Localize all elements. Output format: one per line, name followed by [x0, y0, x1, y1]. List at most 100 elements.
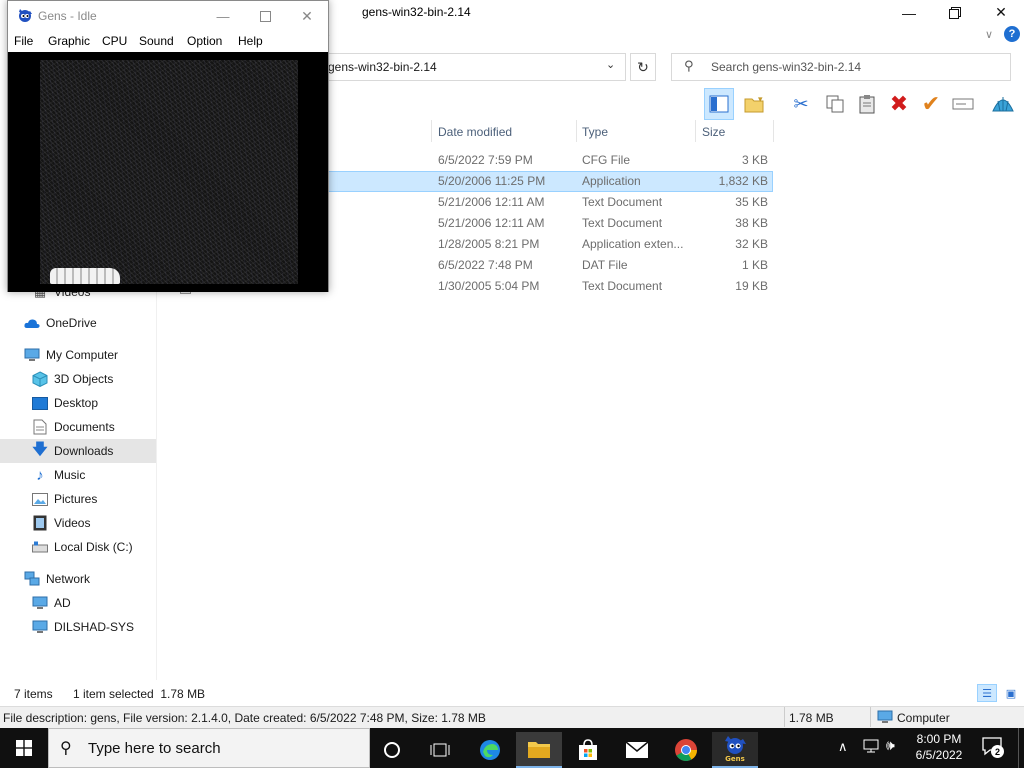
file-row[interactable]: 6/5/2022 7:59 PM CFG File 3 KB	[320, 150, 773, 171]
close-button[interactable]: ✕	[978, 0, 1024, 25]
gens-game-screen[interactable]	[8, 52, 328, 292]
gens-menu-help[interactable]: Help	[238, 34, 263, 48]
sonic-gens-icon: Gens	[725, 736, 746, 763]
nav-pane-divider[interactable]	[156, 290, 157, 680]
selection-status: 1 item selected 1.78 MB	[73, 687, 206, 701]
file-row[interactable]: 1/30/2005 5:04 PM Text Document 19 KB	[320, 276, 773, 297]
refresh-button[interactable]: ↻	[630, 53, 656, 81]
column-separator[interactable]	[431, 120, 432, 142]
column-header-type[interactable]: Type	[582, 125, 608, 139]
file-row[interactable]: 1/28/2005 8:21 PM Application exten... 3…	[320, 234, 773, 255]
cloud-icon	[24, 315, 40, 331]
gens-menu-option[interactable]: Option	[187, 34, 222, 48]
file-explorer-taskbar-button[interactable]	[516, 732, 562, 768]
gens-taskbar-button[interactable]: Gens	[712, 732, 758, 768]
file-size: 32 KB	[735, 237, 768, 251]
nav-item-3d-objects[interactable]: 3D Objects	[0, 367, 156, 391]
nav-item-pictures[interactable]: Pictures	[0, 487, 156, 511]
cut-button[interactable]: ✂	[786, 88, 816, 120]
close-icon: ✕	[995, 4, 1007, 20]
address-dropdown-icon[interactable]: ⌄	[606, 58, 615, 71]
nav-item-music[interactable]: ♪ Music	[0, 463, 156, 487]
gens-close-button[interactable]: ✕	[286, 1, 328, 31]
show-desktop-button[interactable]	[1018, 728, 1024, 768]
file-row[interactable]: 6/5/2022 7:48 PM DAT File 1 KB	[320, 255, 773, 276]
svg-text:▾: ▾	[758, 95, 763, 104]
address-path: gens-win32-bin-2.14	[328, 60, 437, 74]
details-view-button[interactable]: ☰	[977, 684, 997, 702]
item-count: 7 items	[14, 687, 53, 701]
column-header-size[interactable]: Size	[702, 125, 725, 139]
gens-menu-file[interactable]: File	[14, 34, 33, 48]
column-separator[interactable]	[695, 120, 696, 142]
taskbar: ⚲ Type here to search Gens ∧ 🕪	[0, 728, 1024, 768]
preview-pane-button[interactable]	[704, 88, 734, 120]
gens-minimize-button[interactable]: —	[202, 1, 244, 31]
nav-item-dilshad-sys[interactable]: DILSHAD-SYS	[0, 615, 156, 639]
rename-button[interactable]	[948, 88, 978, 120]
gens-menu-graphic[interactable]: Graphic	[48, 34, 90, 48]
task-view-cortana-button[interactable]	[369, 732, 415, 768]
nav-item-downloads[interactable]: 🡇 Downloads	[0, 439, 156, 463]
file-row-selected[interactable]: 5/20/2006 11:25 PM Application 1,832 KB	[320, 171, 773, 192]
nav-item-desktop[interactable]: Desktop	[0, 391, 156, 415]
file-date: 6/5/2022 7:59 PM	[438, 153, 533, 167]
scissors-icon: ✂	[793, 93, 809, 114]
file-size: 35 KB	[735, 195, 768, 209]
minimize-button[interactable]: —	[886, 0, 932, 25]
action-center-button[interactable]: 2	[982, 736, 1004, 760]
start-button[interactable]	[0, 728, 48, 768]
nav-item-local-disk[interactable]: Local Disk (C:)	[0, 535, 156, 559]
nav-label: Videos	[54, 516, 91, 530]
network-status-icon[interactable]	[862, 738, 880, 757]
column-separator[interactable]	[773, 120, 774, 142]
delete-button[interactable]: ✖	[884, 88, 914, 120]
windows-logo-icon	[16, 740, 32, 756]
drive-icon	[32, 539, 48, 555]
properties-button[interactable]: ✔	[916, 88, 946, 120]
file-row[interactable]: 5/21/2006 12:11 AM Text Document 35 KB	[320, 192, 773, 213]
volume-icon[interactable]: 🕪	[886, 737, 895, 754]
nav-item-network[interactable]: Network	[0, 567, 156, 591]
large-icons-view-button[interactable]: ▣	[1001, 684, 1021, 702]
nav-item-videos[interactable]: Videos	[0, 511, 156, 535]
ribbon-expand-icon[interactable]: ∨	[985, 28, 993, 41]
nav-item-my-computer[interactable]: My Computer	[0, 343, 156, 367]
new-folder-button[interactable]: ▾	[740, 88, 770, 120]
large-icons-view-icon: ▣	[1005, 687, 1017, 700]
file-type: CFG File	[582, 153, 630, 167]
store-taskbar-button[interactable]	[565, 732, 611, 768]
gens-menu-sound[interactable]: Sound	[139, 34, 174, 48]
file-type: Text Document	[582, 195, 663, 209]
file-size: 38 KB	[735, 216, 768, 230]
shell-button[interactable]	[988, 88, 1018, 120]
edge-taskbar-button[interactable]	[467, 732, 513, 768]
command-toolbar: ▾ ✂ ✖ ✔	[700, 88, 1024, 122]
task-view-button[interactable]	[417, 732, 463, 768]
file-date: 1/30/2005 5:04 PM	[438, 279, 540, 293]
computer-icon	[877, 710, 893, 727]
file-row[interactable]: 5/21/2006 12:11 AM Text Document 38 KB	[320, 213, 773, 234]
help-icon[interactable]: ?	[1004, 26, 1020, 42]
nav-item-ad[interactable]: AD	[0, 591, 156, 615]
folder-icon	[528, 742, 550, 758]
gens-menu-cpu[interactable]: CPU	[102, 34, 127, 48]
taskbar-clock[interactable]: 8:00 PM 6/5/2022	[900, 731, 978, 763]
computer-icon	[24, 347, 40, 363]
copy-button[interactable]	[820, 88, 850, 120]
file-type: Application	[582, 174, 641, 188]
restore-button[interactable]	[932, 0, 978, 25]
edge-browser-icon	[480, 740, 500, 760]
paste-button[interactable]	[852, 88, 882, 120]
mail-taskbar-button[interactable]	[614, 732, 660, 768]
gens-maximize-button[interactable]	[244, 1, 286, 31]
chrome-taskbar-button[interactable]	[663, 732, 709, 768]
gens-window-title: Gens - Idle	[38, 9, 97, 23]
column-header-date[interactable]: Date modified	[438, 125, 512, 139]
nav-item-onedrive[interactable]: OneDrive	[0, 311, 156, 335]
download-arrow-icon: 🡇	[32, 440, 48, 458]
show-hidden-icons-button[interactable]: ∧	[838, 739, 848, 755]
notification-count-badge: 2	[991, 745, 1004, 758]
nav-item-documents[interactable]: Documents	[0, 415, 156, 439]
column-separator[interactable]	[576, 120, 577, 142]
